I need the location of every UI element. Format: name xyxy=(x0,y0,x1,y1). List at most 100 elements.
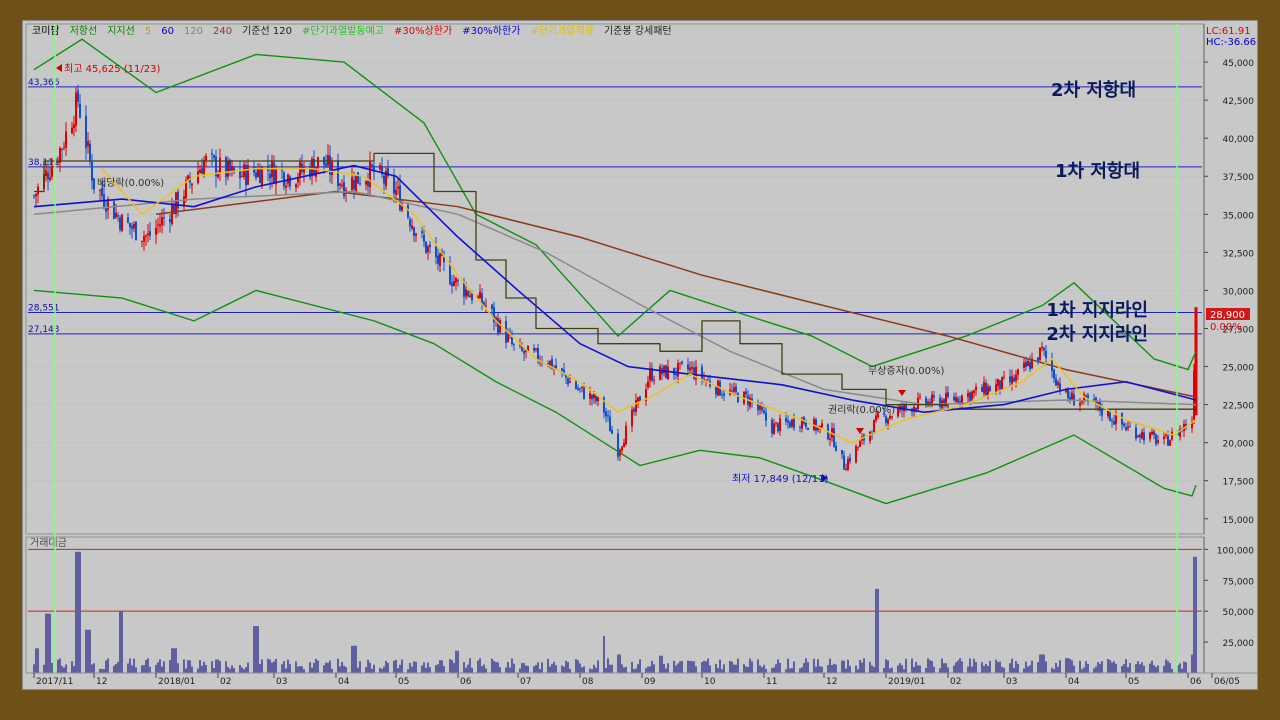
volume-bar xyxy=(1095,666,1097,673)
volume-bar xyxy=(1195,556,1197,673)
legend-item: 240 xyxy=(213,26,232,37)
candle-body xyxy=(975,386,977,391)
candle-body xyxy=(995,384,997,393)
volume-bar xyxy=(917,665,919,673)
volume-bar xyxy=(63,667,65,673)
volume-bar xyxy=(561,665,563,673)
candle-body xyxy=(1085,395,1087,397)
volume-bar xyxy=(397,668,399,673)
candle-body xyxy=(119,217,121,230)
volume-bar xyxy=(731,661,733,673)
volume-bar xyxy=(283,661,285,673)
candle-body xyxy=(621,446,623,451)
candle-body xyxy=(569,381,571,383)
volume-bar xyxy=(841,660,843,673)
candle-body xyxy=(135,221,137,240)
candle-body xyxy=(197,171,199,184)
ma60-line xyxy=(33,164,1197,414)
volume-bar xyxy=(813,658,815,673)
lc-readout: LC:61.91 xyxy=(1206,26,1251,37)
volume-bar xyxy=(603,635,605,673)
volume-bar xyxy=(507,661,509,673)
volume-bar xyxy=(205,665,207,673)
candle-body xyxy=(777,423,779,432)
volume-bar xyxy=(1099,663,1101,673)
candle-body xyxy=(773,423,775,435)
candle-body xyxy=(721,394,723,396)
volume-bar xyxy=(47,613,49,673)
x-axis: 2017/11 12 2018/01 02 03 04 05 06 07 08 09 10 11 12 20… xyxy=(33,673,1240,687)
candle-body xyxy=(723,393,725,396)
volume-bar xyxy=(581,667,583,673)
volume-bar xyxy=(527,665,529,673)
candle-body xyxy=(647,381,649,388)
candle-body xyxy=(49,177,51,180)
candle-body xyxy=(287,174,289,184)
volume-bar xyxy=(233,667,235,673)
volume-bar xyxy=(623,667,625,673)
volume-bar xyxy=(225,661,227,673)
volume-bar xyxy=(771,668,773,673)
candle-series xyxy=(33,84,1198,472)
candle-body xyxy=(465,289,467,297)
volume-bar xyxy=(579,663,581,673)
candle-body xyxy=(161,217,163,226)
volume-bar xyxy=(1071,660,1073,673)
volume-bar xyxy=(985,663,987,673)
dividend-annotation: 배당락(0.00%) xyxy=(97,177,164,189)
volume-bar xyxy=(959,658,961,673)
candle-body xyxy=(857,446,859,448)
volume-bar xyxy=(1165,659,1167,673)
volume-bar xyxy=(385,661,387,673)
volume-bar xyxy=(357,667,359,673)
candle-body xyxy=(1053,369,1055,379)
volume-bar xyxy=(383,666,385,673)
volume-bar xyxy=(143,665,145,673)
volume-bar xyxy=(631,661,633,673)
volume-bar xyxy=(379,667,381,673)
candle-body xyxy=(689,367,691,371)
candle-body xyxy=(409,219,411,227)
candle-body xyxy=(731,390,733,392)
candle-body xyxy=(369,161,371,188)
volume-bar xyxy=(693,661,695,673)
candle-body xyxy=(1107,410,1109,417)
volume-tick-label: 100,000 xyxy=(1217,546,1254,556)
indicator-legend: 코미팜 저항선 지지선 5 60 120 240 기준선 120 #단기과열발동예고 #30%상한… xyxy=(32,24,672,37)
price-tick-label: 35,000 xyxy=(1223,211,1255,221)
candle-body xyxy=(989,386,991,392)
volume-bar xyxy=(323,665,325,673)
volume-bar xyxy=(107,658,109,673)
candle-body xyxy=(947,392,949,397)
volume-bar xyxy=(51,662,53,673)
candle-body xyxy=(117,215,119,217)
candle-body xyxy=(281,170,283,172)
candle-body xyxy=(65,131,67,148)
candle-body xyxy=(485,305,487,307)
volume-bar xyxy=(1149,663,1151,673)
volume-bar xyxy=(297,666,299,673)
volume-bar xyxy=(563,666,565,673)
candle-body xyxy=(203,160,205,176)
candle-body xyxy=(71,127,73,134)
volume-bar xyxy=(247,662,249,673)
candle-body xyxy=(1071,392,1073,401)
candle-body xyxy=(99,189,101,191)
volume-bar xyxy=(773,667,775,673)
volume-bar xyxy=(189,660,191,673)
volume-bar xyxy=(331,668,333,673)
volume-bar xyxy=(449,659,451,673)
candle-body xyxy=(1029,362,1031,370)
candle-body xyxy=(351,177,353,191)
candle-body xyxy=(749,397,751,407)
volume-bar xyxy=(149,666,151,673)
volume-bar xyxy=(681,660,683,673)
candle-body xyxy=(415,233,417,236)
volume-bar xyxy=(1135,664,1137,673)
candle-body xyxy=(247,165,249,185)
volume-bar xyxy=(1017,663,1019,673)
candle-body xyxy=(815,419,817,431)
volume-bar xyxy=(1153,665,1155,673)
candle-body xyxy=(1093,398,1095,400)
candle-body xyxy=(859,441,861,448)
